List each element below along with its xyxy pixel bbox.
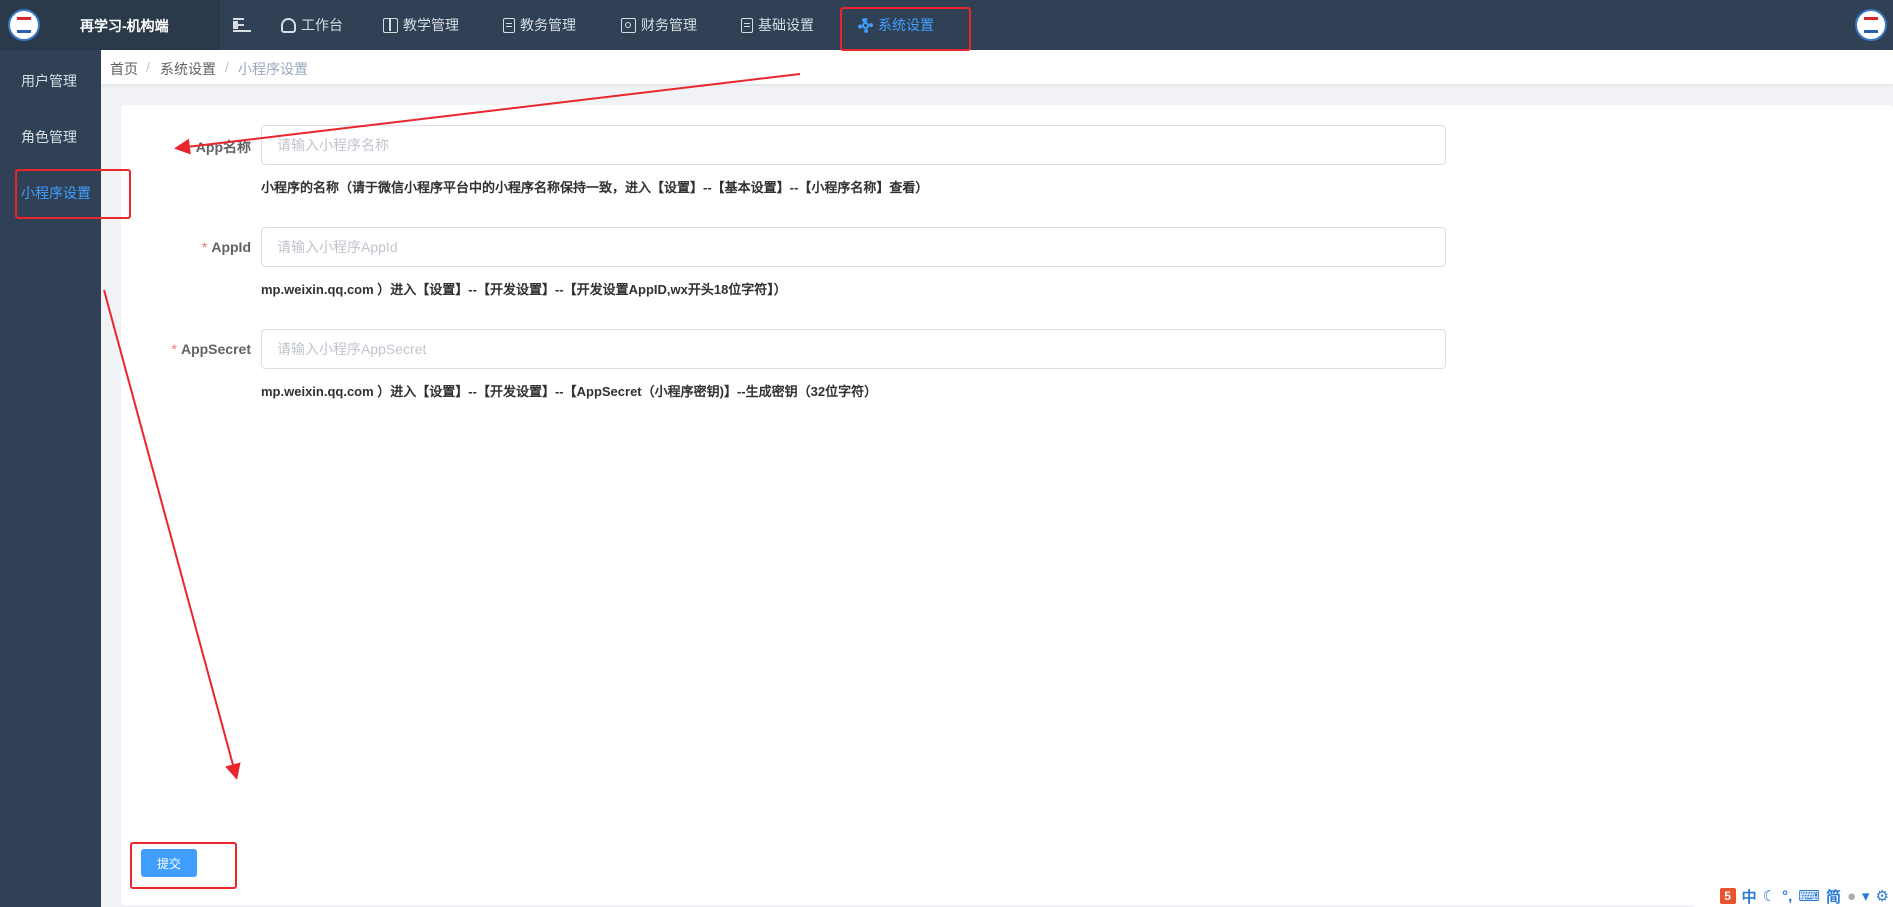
breadcrumb-home[interactable]: 首页 [110,59,138,79]
app-logo [8,9,40,41]
settings-form: App名称 小程序的名称（请于微信小程序平台中的小程序名称保持一致，进入【设置】… [121,105,1893,905]
nav-label: 基础设置 [758,17,814,33]
nav-label: 教务管理 [520,17,576,33]
sidebar-item-roles[interactable]: 角色管理 [21,127,77,147]
nav-label: 教学管理 [403,17,459,33]
breadcrumb-current: 小程序设置 [238,61,308,77]
keyboard-icon[interactable]: ⌨ [1798,887,1820,905]
breadcrumb-separator: / [225,59,229,75]
moon-icon[interactable]: ☾ [1763,887,1776,905]
nav-basic-settings[interactable]: 基础设置 [741,0,814,50]
book-icon [383,17,398,33]
nav-finance[interactable]: 财务管理 [621,0,697,50]
breadcrumb-separator: / [146,59,150,75]
skin-icon[interactable]: ▾ [1862,887,1870,905]
app-secret-label: * AppSecret [171,341,251,357]
user-icon[interactable]: ● [1847,888,1856,905]
nav-system-settings[interactable]: 系统设置 [858,0,934,50]
nav-teaching[interactable]: 教学管理 [383,0,459,50]
punctuation-icon[interactable]: °, [1782,888,1792,905]
breadcrumb-system-settings[interactable]: 系统设置 [160,59,216,79]
nav-label: 系统设置 [878,17,934,33]
app-name-input[interactable] [261,125,1446,165]
app-id-label: * AppId [201,239,251,255]
nav-workbench[interactable]: 工作台 [281,0,343,50]
ime-logo-icon: 5 [1719,888,1736,904]
document-icon [741,17,753,33]
app-name: 再学习-机构端 [80,18,169,34]
sidebar-toggle-icon[interactable] [232,15,252,35]
sidebar: 用户管理 角色管理 小程序设置 [0,50,101,907]
required-mark: * [201,239,208,255]
sidebar-item-miniprogram[interactable]: 小程序设置 [21,183,91,203]
ime-language[interactable]: 中 [1742,886,1757,907]
app-name-label: App名称 [195,139,251,155]
app-secret-help: mp.weixin.qq.com ）进入【设置】--【开发设置】--【AppSe… [261,384,878,399]
gear-icon [858,17,873,33]
money-icon [621,17,636,33]
ime-tray: 5 中 ☾ °, ⌨ 简 ● ▾ ⚙ [1693,885,1893,907]
brand: 再学习-机构端 [0,0,220,50]
nav-label: 财务管理 [641,17,697,33]
submit-button[interactable]: 提交 [141,849,197,877]
top-navbar: 再学习-机构端 工作台 教学管理 教务管理 财务管理 基础设置 系统设置 [0,0,1893,50]
document-icon [503,17,515,33]
nav-academic[interactable]: 教务管理 [503,0,576,50]
settings-icon[interactable]: ⚙ [1876,887,1889,905]
nav-label: 工作台 [301,17,343,33]
user-avatar[interactable] [1855,9,1887,41]
sidebar-item-users[interactable]: 用户管理 [21,71,77,91]
app-id-input[interactable] [261,227,1446,267]
breadcrumb: 首页 / 系统设置 / 小程序设置 [101,50,1893,84]
app-id-help: mp.weixin.qq.com ）进入【设置】--【开发设置】--【开发设置A… [261,282,787,297]
dashboard-icon [281,17,296,33]
app-secret-input[interactable] [261,329,1446,369]
ime-charset[interactable]: 简 [1826,886,1841,907]
required-mark: * [171,341,177,357]
app-name-help: 小程序的名称（请于微信小程序平台中的小程序名称保持一致，进入【设置】--【基本设… [261,180,929,195]
